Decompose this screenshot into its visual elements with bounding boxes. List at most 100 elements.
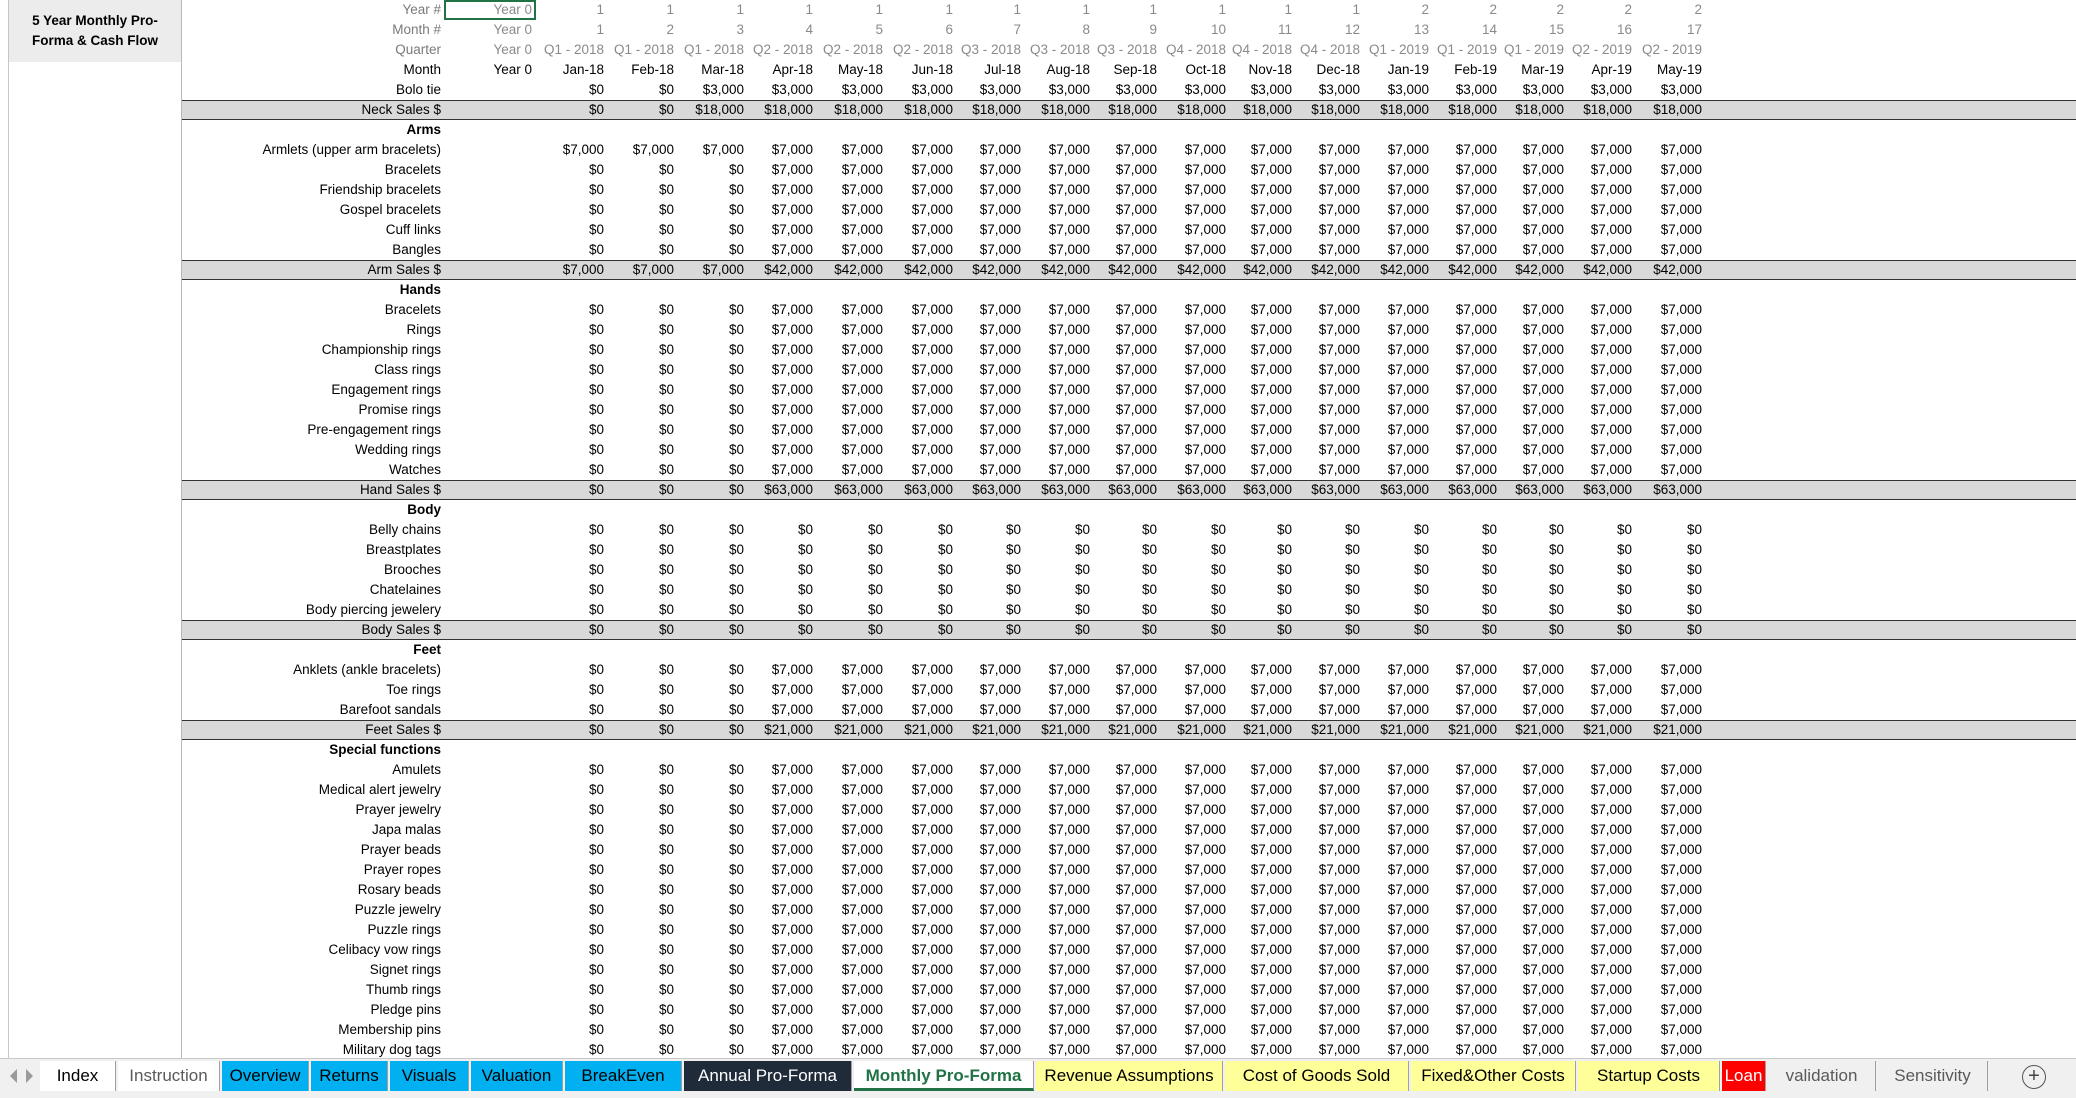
table-cell[interactable]: $7,000 bbox=[1636, 360, 1706, 380]
table-cell[interactable]: $0 bbox=[534, 200, 608, 220]
table-cell[interactable]: $0 bbox=[748, 600, 817, 620]
table-cell[interactable]: $7,000 bbox=[748, 940, 817, 960]
table-cell[interactable]: $7,000 bbox=[1094, 780, 1161, 800]
table-cell[interactable]: May-19 bbox=[1636, 60, 1706, 80]
table-cell[interactable]: $7,000 bbox=[1230, 380, 1296, 400]
table-cell[interactable]: $7,000 bbox=[957, 300, 1025, 320]
table-cell[interactable]: $7,000 bbox=[1364, 160, 1433, 180]
row-label[interactable]: Gospel bracelets bbox=[182, 200, 444, 220]
table-cell[interactable]: $7,000 bbox=[1501, 400, 1568, 420]
table-cell[interactable]: Jul-18 bbox=[957, 60, 1025, 80]
row-number[interactable] bbox=[0, 740, 6, 760]
table-cell[interactable]: $7,000 bbox=[1230, 940, 1296, 960]
table-cell[interactable]: $18,000 bbox=[1094, 101, 1161, 121]
table-cell[interactable]: $7,000 bbox=[1433, 900, 1501, 920]
table-cell[interactable]: $7,000 bbox=[887, 700, 957, 720]
table-cell[interactable]: $7,000 bbox=[957, 820, 1025, 840]
table-cell[interactable]: $0 bbox=[678, 580, 748, 600]
table-cell[interactable]: $0 bbox=[1230, 560, 1296, 580]
table-cell[interactable]: $7,000 bbox=[1025, 180, 1094, 200]
tab-instruction[interactable]: Instruction bbox=[118, 1061, 220, 1091]
table-cell[interactable]: $0 bbox=[608, 980, 678, 1000]
table-cell[interactable]: $0 bbox=[608, 80, 678, 100]
table-cell[interactable]: $21,000 bbox=[1433, 721, 1501, 741]
table-cell[interactable]: $7,000 bbox=[1433, 980, 1501, 1000]
table-cell[interactable]: $7,000 bbox=[1296, 680, 1364, 700]
table-cell[interactable]: $7,000 bbox=[1296, 380, 1364, 400]
table-cell[interactable] bbox=[444, 660, 536, 680]
table-cell[interactable]: $7,000 bbox=[1094, 700, 1161, 720]
table-cell[interactable]: $7,000 bbox=[887, 400, 957, 420]
row-label[interactable]: Toe rings bbox=[182, 680, 444, 700]
spreadsheet-grid[interactable]: 5 Year Monthly Pro- Forma & Cash Flow Ye… bbox=[0, 0, 2076, 1058]
table-cell[interactable]: $7,000 bbox=[1433, 200, 1501, 220]
table-cell[interactable]: $7,000 bbox=[817, 760, 887, 780]
table-cell[interactable]: $0 bbox=[534, 180, 608, 200]
table-cell[interactable]: $0 bbox=[608, 440, 678, 460]
table-cell[interactable]: $7,000 bbox=[1636, 680, 1706, 700]
table-cell[interactable]: $7,000 bbox=[1433, 440, 1501, 460]
table-cell[interactable]: $7,000 bbox=[1161, 300, 1230, 320]
table-cell[interactable]: $0 bbox=[817, 580, 887, 600]
table-cell[interactable]: $0 bbox=[534, 700, 608, 720]
table-cell[interactable]: $0 bbox=[1025, 560, 1094, 580]
table-cell[interactable]: Q1 - 2019 bbox=[1433, 40, 1501, 60]
table-cell[interactable]: $7,000 bbox=[1296, 1040, 1364, 1058]
table-cell[interactable]: $7,000 bbox=[887, 680, 957, 700]
table-cell[interactable]: 6 bbox=[887, 20, 957, 40]
table-cell[interactable]: $7,000 bbox=[1094, 900, 1161, 920]
table-cell[interactable]: $0 bbox=[1161, 520, 1230, 540]
table-cell[interactable]: $21,000 bbox=[748, 721, 817, 741]
row-label[interactable]: Armlets (upper arm bracelets) bbox=[182, 140, 444, 160]
table-cell[interactable]: $0 bbox=[608, 960, 678, 980]
row-label[interactable]: Class rings bbox=[182, 360, 444, 380]
table-cell[interactable]: Q2 - 2019 bbox=[1568, 40, 1636, 60]
table-cell[interactable]: $7,000 bbox=[1501, 240, 1568, 260]
table-cell[interactable] bbox=[444, 140, 536, 160]
table-cell[interactable]: $7,000 bbox=[1636, 880, 1706, 900]
table-cell[interactable]: $7,000 bbox=[1364, 900, 1433, 920]
row-label[interactable]: Year # bbox=[182, 0, 444, 20]
table-cell[interactable] bbox=[444, 440, 536, 460]
table-cell[interactable]: $7,000 bbox=[1094, 760, 1161, 780]
table-cell[interactable]: $7,000 bbox=[887, 440, 957, 460]
table-cell[interactable]: $7,000 bbox=[1161, 800, 1230, 820]
tab-scroll-right-icon[interactable] bbox=[26, 1069, 33, 1083]
table-cell[interactable]: $7,000 bbox=[1094, 360, 1161, 380]
table-cell[interactable] bbox=[444, 1040, 536, 1058]
table-cell[interactable]: $7,000 bbox=[887, 840, 957, 860]
table-cell[interactable]: Sep-18 bbox=[1094, 60, 1161, 80]
table-cell[interactable]: $7,000 bbox=[1636, 920, 1706, 940]
table-cell[interactable]: $7,000 bbox=[1501, 700, 1568, 720]
table-cell[interactable]: $7,000 bbox=[817, 780, 887, 800]
table-cell[interactable]: $7,000 bbox=[817, 660, 887, 680]
table-cell[interactable] bbox=[444, 580, 536, 600]
table-cell[interactable]: $7,000 bbox=[817, 940, 887, 960]
row-number[interactable] bbox=[0, 140, 6, 160]
table-cell[interactable]: $0 bbox=[608, 660, 678, 680]
table-cell[interactable]: $0 bbox=[1433, 580, 1501, 600]
table-cell[interactable]: $7,000 bbox=[1025, 760, 1094, 780]
row-label[interactable]: Puzzle jewelry bbox=[182, 900, 444, 920]
table-cell[interactable]: Q2 - 2018 bbox=[817, 40, 887, 60]
table-cell[interactable]: $7,000 bbox=[748, 700, 817, 720]
row-label[interactable]: Wedding rings bbox=[182, 440, 444, 460]
tab-cost-of-goods-sold[interactable]: Cost of Goods Sold bbox=[1225, 1061, 1409, 1091]
table-cell[interactable]: $7,000 bbox=[1636, 460, 1706, 480]
table-cell[interactable]: $7,000 bbox=[1636, 300, 1706, 320]
row-number[interactable] bbox=[0, 80, 6, 100]
table-cell[interactable]: $7,000 bbox=[1433, 360, 1501, 380]
table-cell[interactable]: $7,000 bbox=[1364, 360, 1433, 380]
table-cell[interactable]: $0 bbox=[608, 220, 678, 240]
table-cell[interactable]: $3,000 bbox=[748, 80, 817, 100]
table-cell[interactable]: 16 bbox=[1568, 20, 1636, 40]
table-cell[interactable]: $7,000 bbox=[1568, 800, 1636, 820]
table-cell[interactable]: $0 bbox=[678, 540, 748, 560]
row-number[interactable] bbox=[0, 700, 6, 720]
table-cell[interactable]: $7,000 bbox=[1636, 760, 1706, 780]
table-cell[interactable]: $0 bbox=[678, 721, 748, 741]
table-cell[interactable]: $7,000 bbox=[1568, 1040, 1636, 1058]
table-cell[interactable]: $7,000 bbox=[1568, 440, 1636, 460]
table-cell[interactable]: $0 bbox=[748, 540, 817, 560]
table-cell[interactable]: $0 bbox=[1568, 520, 1636, 540]
